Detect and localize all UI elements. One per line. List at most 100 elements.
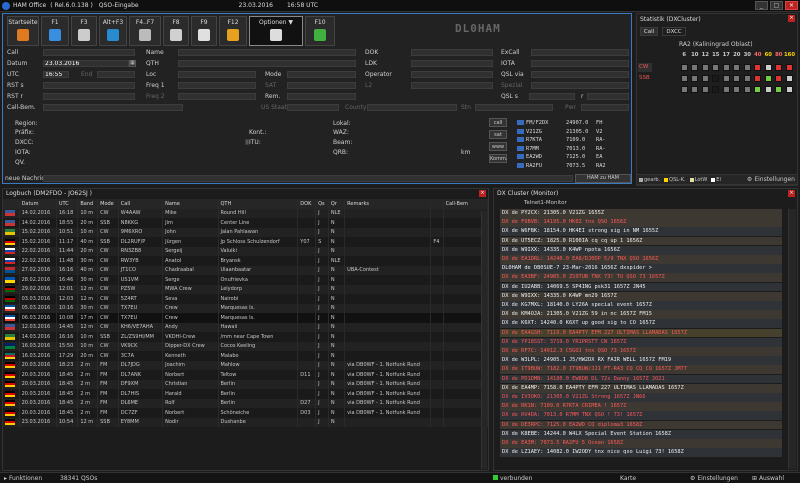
table-row[interactable]: 22.02.2016 11:48 30 m CW RW3YB Anatol Bryansk J…: [3, 256, 489, 266]
band-cell[interactable]: [722, 86, 730, 93]
table-row[interactable]: 05.03.2016 10:16 30 m CW TX7EU Crew Marquesas …: [3, 303, 489, 313]
pwr-field[interactable]: [581, 104, 629, 111]
table-row[interactable]: 14.03.2016 16:16 10 m SSB ZL/ZS9HI/MM VKDHI-C…: [3, 332, 489, 342]
table-row[interactable]: 14.02.2016 18:55 20 m SSB N8KKG Jim Center Lin…: [3, 218, 489, 228]
side-button-2[interactable]: www: [489, 142, 507, 151]
band-cell[interactable]: [785, 86, 793, 93]
table-row[interactable]: 14.02.2016 16:18 10 m CW W4AAW Mike Round Hill…: [3, 208, 489, 218]
band-cell[interactable]: [754, 64, 761, 71]
fkey-4[interactable]: F4..F7: [129, 16, 161, 46]
dx-spot-line[interactable]: DX de EA1DRL: 14240.0 EA8/DJ0DP 5/9 TNX …: [500, 255, 782, 264]
side-button-1[interactable]: sat: [489, 130, 507, 139]
logbook-column-header[interactable]: Call-Bem: [443, 199, 489, 209]
iota-field[interactable]: [531, 60, 629, 67]
band-cell[interactable]: [691, 86, 698, 93]
table-row[interactable]: 23.03.2016 10:54 12 m SSB EY8MM Nodir Dushanbe…: [3, 417, 489, 427]
operator-field[interactable]: [411, 71, 493, 78]
band-cell[interactable]: [680, 64, 688, 71]
freq-list-item[interactable]: V21ZG 21305.0 V2: [517, 128, 602, 135]
dx-spot-line[interactable]: DX de RK1N: 7109.0 R7KTA CRIMEA ! 1657Z: [500, 402, 782, 412]
table-row[interactable]: 20.03.2016 18:45 2 m FM DL6ME Rolf Berlin D27 J N…: [3, 398, 489, 408]
dx-spot-line[interactable]: DX de LZ1AEY: 14082.0 IW2ODY tnx nice qs…: [500, 448, 782, 458]
band-cell[interactable]: [775, 75, 782, 82]
qth-field[interactable]: [178, 60, 356, 67]
band-cell[interactable]: [743, 64, 751, 71]
news-field[interactable]: [43, 175, 573, 182]
call-field[interactable]: [43, 49, 135, 56]
dx-spot-line[interactable]: DX de IU2ABB: 14069.5 SP4ING psk31 1657Z…: [500, 282, 782, 292]
utc-field[interactable]: 16:55: [43, 71, 69, 78]
logbook-column-header[interactable]: [430, 199, 444, 209]
dx-spot-line[interactable]: DX de RV4DA: 7013.0 R7MM TNX QSO ! 73! 1…: [500, 411, 782, 421]
table-row[interactable]: 20.03.2016 18:45 2 m FM DL7HIS Harald Berlin J N…: [3, 389, 489, 399]
auswahl-button[interactable]: ⊞ Auswahl: [752, 475, 784, 482]
stat-tab-1[interactable]: DXCC: [662, 27, 686, 36]
dx-spot-line[interactable]: DX de EA4MP: 7158.0 EA4PTY EFM 227 ULTIM…: [500, 383, 782, 393]
band-cell[interactable]: [764, 75, 772, 82]
logbook-column-header[interactable]: Qr: [328, 199, 346, 209]
band-cell[interactable]: [733, 64, 740, 71]
dx-spot-line[interactable]: DX de EA3BF: 24905.0 ZS9TUB TNX 73! TU Q…: [500, 273, 782, 283]
stn-field[interactable]: [475, 104, 553, 111]
logbook-column-header[interactable]: Name: [162, 199, 219, 209]
band-cell[interactable]: [701, 86, 709, 93]
table-row[interactable]: 20.03.2016 18:45 2 m FM DC7ZF Norbert Schöneic…: [3, 408, 489, 418]
band-cell[interactable]: [701, 64, 709, 71]
logbook-column-header[interactable]: Remarks: [344, 199, 432, 209]
dx-cluster-scrollbar[interactable]: [788, 209, 796, 469]
dx-spot-line[interactable]: DX de PD1DMN: 14180.0 EW8DB DL 72s Danny…: [500, 374, 782, 384]
logbook-column-header[interactable]: Qs: [315, 199, 329, 209]
fkey-0[interactable]: Startseite: [7, 16, 39, 46]
dx-spot-line[interactable]: DL0HAM de DB0SUE-7 23-Mar-2016 1656Z dxs…: [500, 264, 782, 274]
dx-spot-line[interactable]: DX de W9IXX: 14335.0 K4WP mn29 1657Z: [500, 291, 782, 301]
table-row[interactable]: 22.02.2016 11:44 20 m CW RN3ZB8 Sergeij Valuik…: [3, 246, 489, 256]
band-cell[interactable]: [712, 86, 719, 93]
logbook-close-icon[interactable]: ×: [479, 190, 486, 197]
fkey-6[interactable]: F9: [191, 16, 217, 46]
logbook-column-header[interactable]: [3, 199, 20, 209]
table-row[interactable]: 27.02.2016 16:16 40 m CW JT1CO Chadraabal Ulaa…: [3, 265, 489, 275]
table-row[interactable]: 12.03.2016 14:45 12 m CW KH6/VE7AHA Andy Hawai…: [3, 322, 489, 332]
dx-spot-line[interactable]: DX de UT5ECZ: 1825.0 R100IA cq cq up 1 1…: [500, 236, 782, 246]
table-row[interactable]: 20.03.2016 18:23 2 m FM DL7JDG Joachim Mahlow J…: [3, 360, 489, 370]
logbook-scrollbar[interactable]: [481, 211, 487, 469]
datum-field[interactable]: 23.03.2016: [43, 60, 129, 67]
band-cell[interactable]: [775, 64, 782, 71]
dx-spot-line[interactable]: DX de PY2CX: 21305.0 V21ZG 1655Z: [500, 209, 782, 218]
dx-spot-line[interactable]: DX de W3LPL: 24905.1 J5/HW2DX RX FAIR WE…: [500, 356, 782, 366]
rst-r-field[interactable]: [43, 93, 135, 100]
ham-zu-ham-button[interactable]: HAM zu HAM: [575, 174, 631, 183]
sat-select[interactable]: [287, 82, 356, 89]
loc-field[interactable]: [178, 71, 256, 78]
freq-list-item[interactable]: R7KTA 7109.0 RA-: [517, 137, 606, 143]
band-cell[interactable]: [680, 86, 688, 93]
table-row[interactable]: 06.03.2016 10:08 17 m CW TX7EU Crew Marquesas …: [3, 313, 489, 323]
logbook-column-header[interactable]: Datum: [19, 199, 57, 209]
band-cell[interactable]: [722, 75, 730, 82]
band-cell[interactable]: [691, 64, 698, 71]
band-cell[interactable]: [743, 75, 751, 82]
band-cell[interactable]: [764, 86, 772, 93]
table-row[interactable]: 16.03.2016 15:50 10 m CW VK9CK Dipper-DX Crew…: [3, 341, 489, 351]
rst-s-field[interactable]: [43, 82, 135, 89]
fkey-2[interactable]: F3: [71, 16, 97, 46]
band-cell[interactable]: [764, 64, 772, 71]
mode-select[interactable]: [287, 71, 356, 78]
band-cell[interactable]: [754, 75, 761, 82]
logbook-column-header[interactable]: Call: [118, 199, 164, 209]
freq1-field[interactable]: [178, 82, 256, 89]
dx-spot-line[interactable]: DX de KG7MXL: 18140.0 LY26A special even…: [500, 301, 782, 310]
karte-button[interactable]: Karte: [620, 475, 636, 482]
qsl-via-field[interactable]: [531, 71, 629, 78]
freq-list-item[interactable]: R7MM 7013.0 RA-: [517, 145, 606, 152]
ldk-field[interactable]: [411, 60, 493, 67]
band-cell[interactable]: [722, 64, 730, 71]
fkey-5[interactable]: F8: [163, 16, 189, 46]
dx-spot-line[interactable]: DX de RF7C: 14012.3 C5GOJ tnx QSO 73 165…: [500, 347, 782, 356]
dx-spot-line[interactable]: DX de DE3RPC: 7125.0 EA2WD CQ diploma3 1…: [500, 420, 782, 430]
legend-settings[interactable]: ⚙ Einstellungen: [747, 176, 797, 183]
dx-spot-line[interactable]: DX de IV3OKO: 21305.0 V21ZG Strong 1657Z…: [500, 393, 782, 402]
close-button[interactable]: ×: [785, 1, 798, 10]
dx-spot-line[interactable]: DX de YP18SST: 3719.0 YR1PRSTT CW 1657Z: [500, 337, 782, 347]
stat-tab-0[interactable]: Call: [640, 27, 658, 36]
